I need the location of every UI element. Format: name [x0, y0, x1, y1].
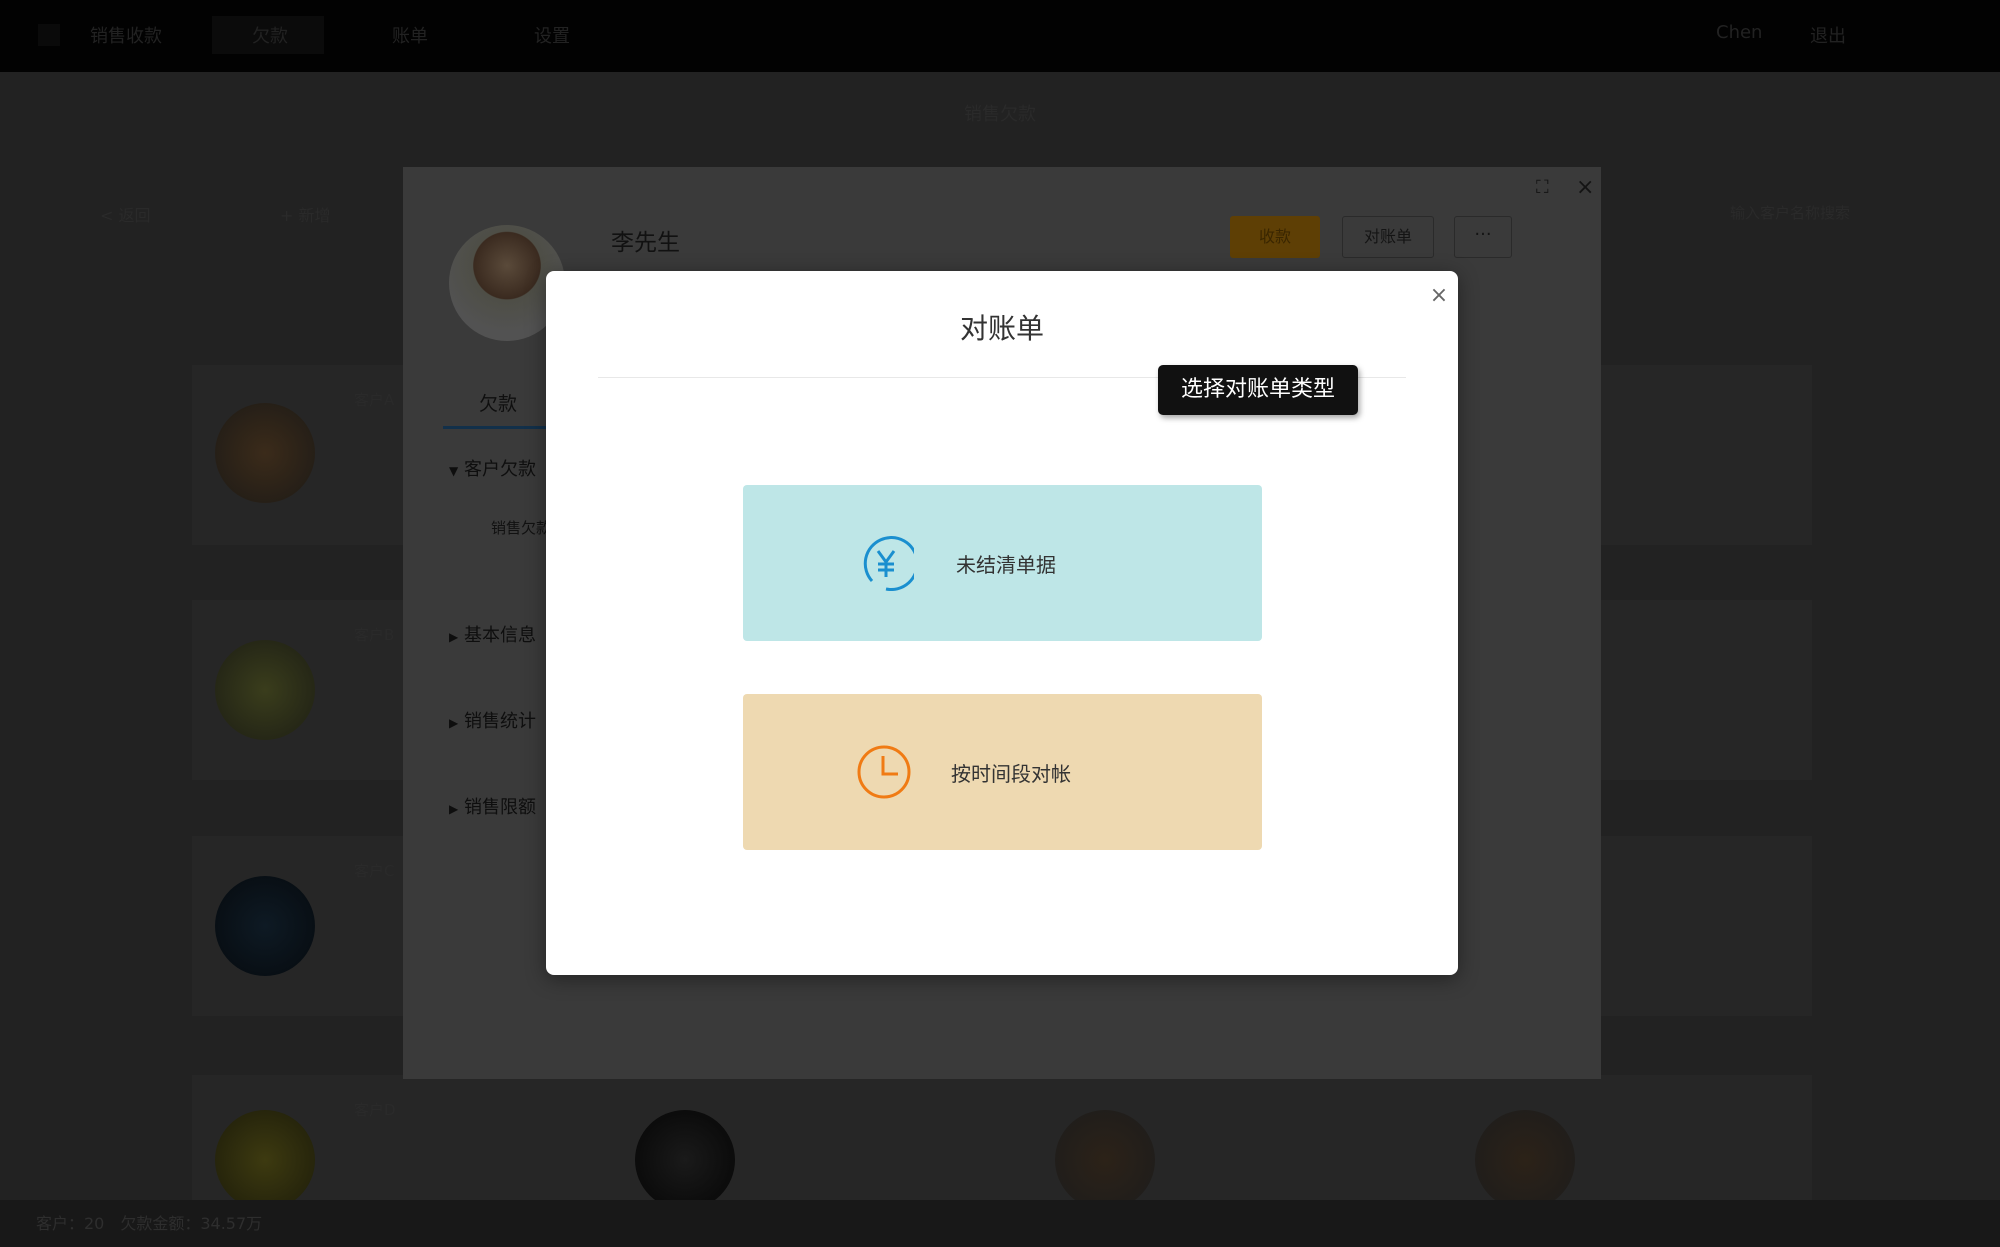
customer-card[interactable]: 客户D [192, 1075, 1812, 1210]
avatar [635, 1110, 735, 1210]
status-bar: 客户：20 欠款金额：34.57万 [0, 1200, 2000, 1247]
avatar [215, 1110, 315, 1210]
page-title: 销售欠款 [964, 104, 1036, 125]
avatar [215, 403, 315, 503]
nav-item-debt[interactable]: 欠款 [252, 22, 288, 48]
more-button[interactable]: ··· [1454, 216, 1512, 258]
avatar [1055, 1110, 1155, 1210]
card-name: 客户A [354, 391, 395, 409]
top-navbar: 销售收款 欠款 账单 设置 Chen 退出 [0, 0, 2000, 72]
sub-sales-debt[interactable]: 销售欠款 [491, 517, 551, 538]
yen-circle-icon [863, 536, 914, 591]
option-label: 未结清单据 [956, 553, 1056, 577]
section-sales-stats[interactable]: ▶ 销售统计 [449, 707, 536, 733]
tooltip: 选择对账单类型 [1158, 365, 1358, 415]
section-label: 销售统计 [463, 711, 536, 732]
clock-icon [857, 745, 911, 799]
menu-icon[interactable] [38, 24, 60, 46]
statement-button[interactable]: 对账单 [1342, 216, 1434, 258]
card-name: 客户D [354, 1101, 396, 1119]
modal-title: 对账单 [959, 312, 1044, 345]
logout-link[interactable]: 退出 [1810, 22, 1846, 48]
app-title: 销售收款 [90, 26, 162, 47]
caret-right-icon: ▶ [449, 716, 459, 730]
option-label: 按时间段对帐 [951, 762, 1071, 786]
statement-modal: × 对账单 选择对账单类型 未结清单据 按时间段对帐 [546, 271, 1458, 975]
panel-close-icon[interactable]: × [1576, 175, 1594, 200]
caret-right-icon: ▶ [449, 630, 459, 644]
nav-item-bill[interactable]: 账单 [392, 22, 428, 48]
expand-icon[interactable]: ⛶ [1536, 177, 1549, 198]
section-label: 基本信息 [463, 625, 536, 646]
avatar [215, 640, 315, 740]
tab-debt[interactable]: 欠款 [443, 389, 553, 429]
collect-button[interactable]: 收款 [1230, 216, 1320, 258]
avatar [215, 876, 315, 976]
section-basic-info[interactable]: ▶ 基本信息 [449, 621, 536, 647]
option-unsettled-documents[interactable]: 未结清单据 [743, 485, 1262, 641]
section-label: 销售限额 [463, 797, 536, 818]
caret-right-icon: ▶ [449, 802, 459, 816]
customer-name: 李先生 [611, 230, 680, 256]
user-name[interactable]: Chen [1716, 22, 1762, 43]
back-button[interactable]: < 返回 [100, 202, 151, 226]
card-name: 客户C [354, 862, 395, 880]
section-sales-limit[interactable]: ▶ 销售限额 [449, 793, 536, 819]
section-customer-debt[interactable]: ▼ 客户欠款 [449, 455, 536, 481]
avatar [1475, 1110, 1575, 1210]
caret-down-icon: ▼ [449, 464, 459, 478]
search-hint[interactable]: 输入客户名称搜索 [1730, 202, 1850, 223]
option-by-time-period[interactable]: 按时间段对帐 [743, 694, 1262, 850]
add-button[interactable]: + 新增 [280, 202, 331, 226]
card-name: 客户B [354, 626, 395, 644]
section-label: 客户欠款 [463, 459, 536, 480]
nav-item-settings[interactable]: 设置 [534, 22, 570, 48]
